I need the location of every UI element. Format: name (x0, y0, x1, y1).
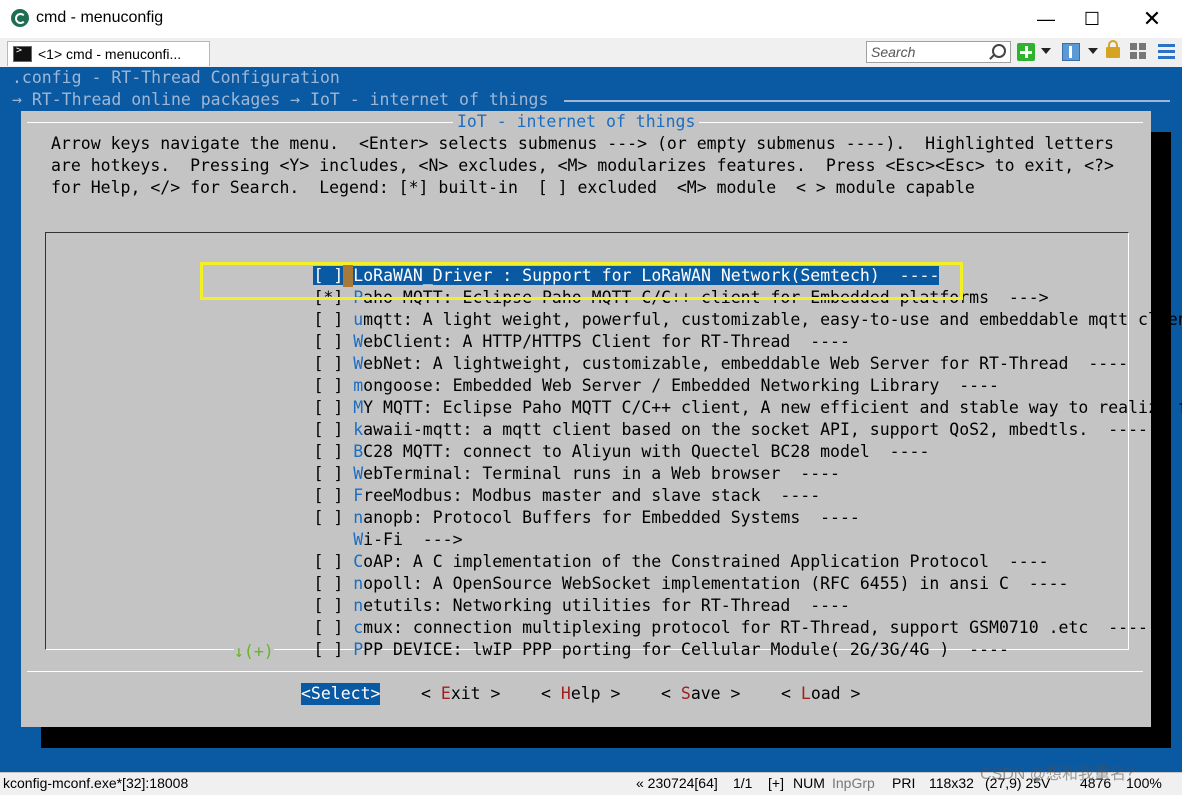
maximize-button[interactable]: ☐ (1069, 0, 1115, 38)
menu-item-my-mqtt[interactable]: [ ] MY MQTT: Eclipse Paho MQTT C/C++ cli… (234, 375, 1182, 417)
menu-item-netutils[interactable]: [ ] netutils: Networking utilities for R… (234, 573, 849, 615)
status-size: 118x32 (929, 775, 974, 791)
breadcrumb: → RT-Thread online packages → IoT - inte… (12, 90, 549, 109)
help-text-line: Arrow keys navigate the menu. <Enter> se… (51, 134, 1114, 153)
search-placeholder: Search (871, 44, 916, 60)
menu-item-ppp-device[interactable]: [ ] PPP DEVICE: lwIP PPP porting for Cel… (234, 617, 1008, 659)
close-icon: ✕ (1142, 6, 1162, 31)
status-modified: [+] (768, 775, 784, 791)
window-title: cmd - menuconfig (36, 9, 164, 26)
menu-item-coap[interactable]: [ ] CoAP: A C implementation of the Cons… (234, 529, 1048, 571)
scroll-more-indicator[interactable]: ↓(+) (234, 641, 274, 663)
close-button[interactable]: ✕ (1129, 0, 1175, 38)
save-button[interactable]: < Save > (661, 683, 740, 705)
menu-item-webterminal[interactable]: [ ] WebTerminal: Terminal runs in a Web … (234, 441, 840, 483)
menu-item-webclient[interactable]: [ ] WebClient: A HTTP/HTTPS Client for R… (234, 309, 849, 351)
select-button[interactable]: <Select> (301, 683, 381, 705)
console-icon (13, 45, 32, 62)
menu-item-webnet[interactable]: [ ] WebNet: A lightweight, customizable,… (234, 331, 1128, 373)
status-inpgrp: InpGrp (832, 775, 875, 791)
chevron-down-icon[interactable] (1088, 48, 1098, 54)
search-input[interactable]: Search (866, 41, 1011, 63)
help-text-line: are hotkeys. Pressing <Y> includes, <N> … (51, 156, 1114, 175)
search-icon[interactable] (992, 44, 1006, 58)
status-numlock: NUM (793, 775, 825, 791)
watermark: CSDN @想和我重名？ (980, 766, 1143, 783)
split-pane-icon[interactable] (1062, 43, 1080, 61)
status-process: kconfig-mconf.exe*[32]:18008 (3, 775, 189, 791)
app-icon (11, 9, 29, 27)
menu-item-cmux[interactable]: [ ] cmux: connection multiplexing protoc… (234, 595, 1147, 637)
menu-item-kawaii-mqtt[interactable]: [ ] kawaii-mqtt: a mqtt client based on … (234, 397, 1147, 439)
menu-item-freemodbus[interactable]: [ ] FreeModbus: Modbus master and slave … (234, 463, 820, 505)
help-text-line: for Help, </> for Search. Legend: [*] bu… (51, 178, 975, 197)
toolbar: <1> cmd - menuconfi... Search (0, 38, 1182, 68)
status-position: « 230724[64] (636, 775, 718, 791)
button-bar-divider (27, 671, 1143, 672)
breadcrumb-rule (564, 100, 1170, 102)
hamburger-menu-icon[interactable] (1158, 43, 1175, 59)
status-priority: PRI (892, 775, 916, 791)
menu-item-mongoose[interactable]: [ ] mongoose: Embedded Web Server / Embe… (234, 353, 998, 395)
annotation-highlight-box (200, 262, 963, 300)
menu-item-wifi[interactable]: Wi-Fi ---> (234, 507, 462, 549)
chevron-down-icon[interactable] (1041, 48, 1051, 54)
config-title: .config - RT-Thread Configuration (12, 68, 340, 87)
status-page: 1/1 (733, 775, 753, 791)
help-button[interactable]: < Help > (541, 683, 620, 705)
menu-item-nanopb[interactable]: [ ] nanopb: Protocol Buffers for Embedde… (234, 485, 859, 527)
menu-item-nopoll[interactable]: [ ] nopoll: A OpenSource WebSocket imple… (234, 551, 1068, 593)
load-button[interactable]: < Load > (781, 683, 860, 705)
terminal-area[interactable]: .config - RT-Thread Configuration → RT-T… (0, 67, 1182, 772)
window-titlebar: cmd - menuconfig — ☐ ✕ (0, 0, 1182, 38)
minimize-button[interactable]: — (1023, 0, 1069, 38)
checkbox[interactable]: [ ] (313, 640, 343, 659)
exit-button[interactable]: < Exit > (421, 683, 500, 705)
console-tab[interactable]: <1> cmd - menuconfi... (7, 41, 210, 66)
menu-item-bc28-mqtt[interactable]: [ ] BC28 MQTT: connect to Aliyun with Qu… (234, 419, 929, 461)
new-console-icon[interactable] (1017, 43, 1035, 61)
dialog-title: IoT - internet of things (453, 111, 700, 133)
grid-icon[interactable] (1130, 43, 1146, 59)
tab-label: <1> cmd - menuconfi... (38, 46, 182, 62)
lock-icon[interactable] (1106, 40, 1120, 58)
menu-dialog: IoT - internet of things Arrow keys navi… (21, 111, 1182, 727)
